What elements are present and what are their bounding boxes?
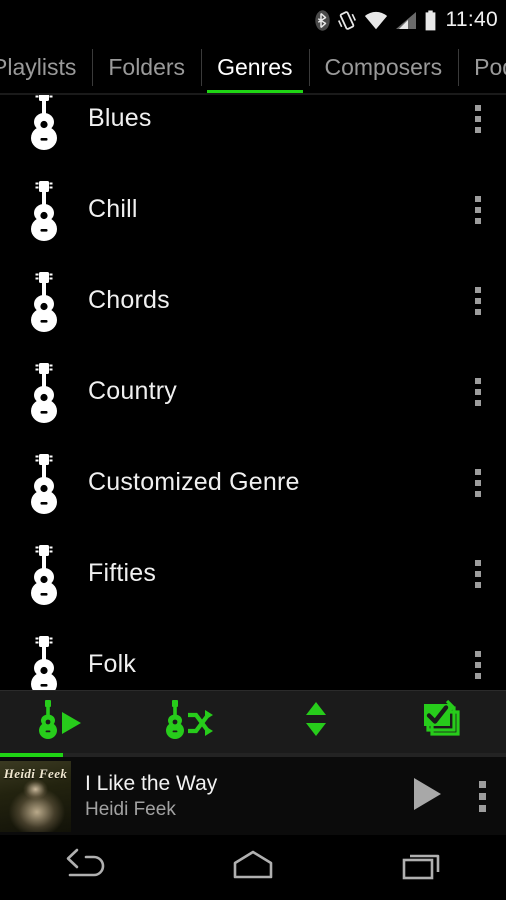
action-toolbar [0, 690, 506, 753]
list-item[interactable]: Blues [0, 95, 506, 164]
tab-playlists[interactable]: Playlists [0, 40, 92, 95]
overflow-menu-icon[interactable] [450, 377, 506, 406]
nav-back-button[interactable] [0, 835, 169, 900]
list-item-label: Folk [88, 650, 137, 678]
overflow-menu-icon[interactable] [450, 468, 506, 497]
list-item-label: Chords [88, 286, 170, 314]
list-item-label: Chill [88, 195, 138, 223]
list-item-label: Fifties [88, 559, 157, 587]
overflow-menu-icon[interactable] [458, 780, 506, 812]
wifi-icon [364, 11, 388, 30]
album-art-title: Heidi Feek [3, 765, 68, 781]
list-item[interactable]: Chill [0, 164, 506, 255]
overflow-menu-icon[interactable] [450, 104, 506, 133]
play-icon [410, 775, 444, 818]
vibrate-icon [337, 10, 357, 31]
status-bar: 11:40 [0, 0, 506, 40]
guitar-icon [0, 361, 88, 423]
battery-icon [424, 10, 437, 31]
nav-recents-button[interactable] [337, 835, 506, 900]
bluetooth-icon [314, 9, 330, 31]
overflow-menu-icon[interactable] [450, 195, 506, 224]
tab-label: Playlists [0, 54, 77, 80]
status-clock: 11:40 [445, 8, 498, 31]
app-screen: 11:40 Playlists Folders Genres Composers… [0, 0, 506, 900]
tab-bar[interactable]: Playlists Folders Genres Composers Podca… [0, 40, 506, 95]
tab-podcasts[interactable]: Podcasts [458, 40, 506, 95]
home-icon [225, 847, 281, 888]
tab-label: Composers [324, 54, 443, 80]
tab-composers[interactable]: Composers [308, 40, 459, 95]
overflow-menu-icon[interactable] [450, 559, 506, 588]
tab-label: Podcasts [474, 54, 506, 80]
list-item[interactable]: Folk [0, 619, 506, 690]
list-item[interactable]: Customized Genre [0, 437, 506, 528]
guitar-icon [0, 270, 88, 332]
guitar-icon [0, 634, 88, 690]
list-item-label: Customized Genre [88, 468, 300, 496]
list-item[interactable]: Fifties [0, 528, 506, 619]
now-playing-artist: Heidi Feek [85, 798, 176, 820]
list-item-label: Blues [88, 104, 152, 132]
guitar-icon [0, 543, 88, 605]
list-item[interactable]: Chords [0, 255, 506, 346]
guitar-shuffle-icon [156, 698, 224, 745]
guitar-icon [0, 95, 88, 150]
back-arrow-icon [56, 847, 112, 888]
tab-label: Genres [217, 54, 293, 80]
multi-select-button[interactable] [380, 690, 506, 753]
now-playing-text[interactable]: I Like the Way Heidi Feek [71, 772, 396, 821]
tab-folders[interactable]: Folders [92, 40, 201, 95]
overflow-menu-icon[interactable] [450, 286, 506, 315]
album-art[interactable]: Heidi Feek [0, 760, 71, 832]
now-playing-title: I Like the Way [85, 771, 218, 795]
select-multiple-icon [420, 698, 466, 745]
now-playing-bar[interactable]: Heidi Feek I Like the Way Heidi Feek [0, 753, 506, 835]
now-playing-content: Heidi Feek I Like the Way Heidi Feek [0, 757, 506, 835]
guitar-play-icon [29, 698, 97, 745]
overflow-menu-icon[interactable] [450, 650, 506, 679]
guitar-icon [0, 452, 88, 514]
sort-arrows-icon [299, 698, 333, 745]
genre-list[interactable]: Blues Chill Chords Country Customized Ge… [0, 95, 506, 690]
nav-home-button[interactable] [169, 835, 338, 900]
play-button[interactable] [396, 775, 458, 818]
tab-genres[interactable]: Genres [201, 40, 308, 95]
sort-button[interactable] [253, 690, 380, 753]
list-item-label: Country [88, 377, 177, 405]
shuffle-all-button[interactable] [127, 690, 254, 753]
system-nav-bar [0, 835, 506, 900]
recents-icon [394, 847, 450, 888]
play-all-button[interactable] [0, 690, 127, 753]
guitar-icon [0, 179, 88, 241]
tab-label: Folders [108, 54, 186, 80]
cell-signal-icon [395, 11, 417, 30]
list-item[interactable]: Country [0, 346, 506, 437]
